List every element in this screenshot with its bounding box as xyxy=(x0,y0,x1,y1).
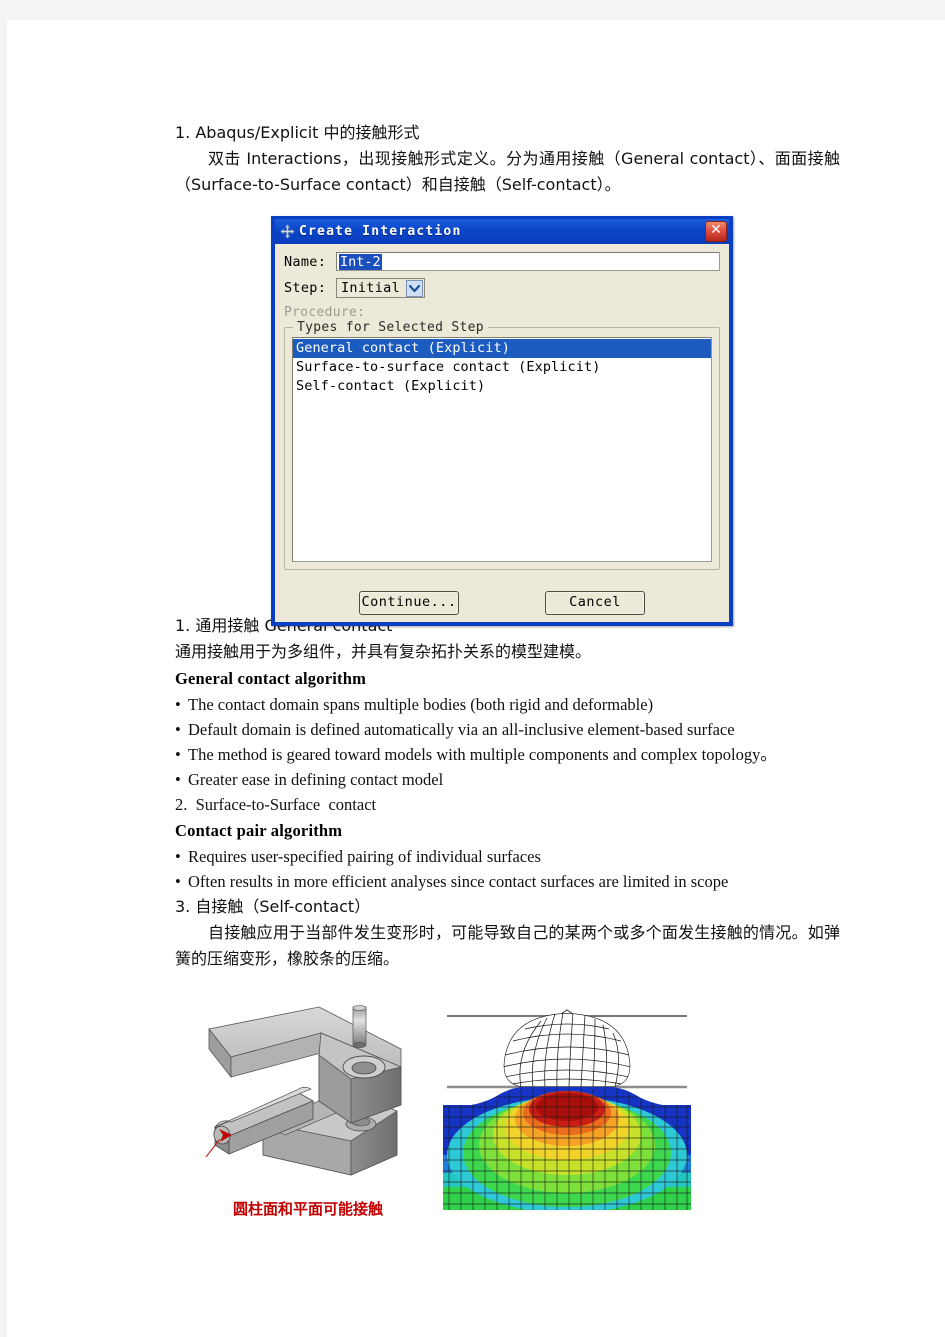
contact-pair-algorithm-heading: Contact pair algorithm xyxy=(175,821,343,840)
list-item[interactable]: Self-contact (Explicit) xyxy=(293,377,711,396)
cancel-button[interactable]: Cancel xyxy=(545,591,645,615)
dialog-body: Name: Int-2 Step: Initial Procedure: Typ… xyxy=(275,244,729,622)
heading-section-1: 1. Abaqus/Explicit 中的接触形式 xyxy=(175,120,840,146)
bullet-dot-icon: • xyxy=(175,720,181,739)
heading-self-contact-text: 3. 自接触（Self-contact） xyxy=(175,897,371,916)
step-field-row: Step: Initial xyxy=(284,278,720,298)
dialog-titlebar[interactable]: Create Interaction ✕ xyxy=(275,219,729,244)
figure-group: 圆柱面和平面可能接触 xyxy=(175,1005,840,1225)
create-interaction-dialog: Create Interaction ✕ Name: Int-2 Step: I… xyxy=(271,216,733,626)
dialog-button-row: Continue... Cancel xyxy=(284,591,720,615)
bullet-dot-icon: • xyxy=(175,745,181,764)
name-input-selected-text: Int-2 xyxy=(339,254,382,270)
chevron-down-icon xyxy=(406,279,423,297)
bullet-dot-icon: • xyxy=(175,847,181,866)
name-field-label: Name: xyxy=(284,253,327,270)
cad-model-figure: 圆柱面和平面可能接触 xyxy=(201,1005,416,1225)
dialog-title: Create Interaction xyxy=(299,224,462,239)
step-select[interactable]: Initial xyxy=(336,278,425,298)
self-contact-description: 自接触应用于当部件发生变形时，可能导致自己的某两个或多个面发生接触的情况。如弹簧… xyxy=(175,923,840,968)
bullet-item: • Often results in more efficient analyse… xyxy=(175,869,840,894)
fea-contour-figure xyxy=(443,1005,691,1210)
bullet-text: Default domain is defined automatically … xyxy=(188,720,735,739)
step-field-label: Step: xyxy=(284,280,327,296)
close-icon[interactable]: ✕ xyxy=(705,221,727,242)
cad-figure-caption: 圆柱面和平面可能接触 xyxy=(233,1200,384,1218)
intro-paragraph: 双击 Interactions，出现接触形式定义。分为通用接触（General … xyxy=(175,146,840,198)
types-for-selected-step-group: Types for Selected Step General contact … xyxy=(284,320,720,570)
bullet-item: • The contact domain spans multiple bodie… xyxy=(175,692,840,717)
abaqus-move-icon xyxy=(280,224,295,239)
heading-surface-to-surface: 2. Surface-to-Surface contact xyxy=(175,795,377,814)
list-item[interactable]: Surface-to-surface contact (Explicit) xyxy=(293,358,711,377)
bullet-text: The method is geared toward models with … xyxy=(188,745,777,764)
step-select-value: Initial xyxy=(341,280,400,296)
bullet-text: The contact domain spans multiple bodies… xyxy=(188,695,654,714)
name-field-row: Name: Int-2 xyxy=(284,252,720,271)
general-contact-description: 通用接触用于为多组件，并具有复杂拓扑关系的模型建模。 xyxy=(175,642,592,661)
bullet-item: • Requires user-specified pairing of indi… xyxy=(175,844,840,869)
types-group-legend: Types for Selected Step xyxy=(293,320,488,335)
interaction-type-list[interactable]: General contact (Explicit) Surface-to-su… xyxy=(292,337,712,562)
document-page: 1. Abaqus/Explicit 中的接触形式 双击 Interaction… xyxy=(7,20,945,1337)
bullet-dot-icon: • xyxy=(175,872,181,891)
list-item[interactable]: General contact (Explicit) xyxy=(293,339,711,358)
bullet-item: • Greater ease in defining contact model xyxy=(175,767,840,792)
intro-paragraph-text: 双击 Interactions，出现接触形式定义。分为通用接触（General … xyxy=(175,149,840,194)
bullet-item: • The method is geared toward models with… xyxy=(175,742,840,767)
heading-section-1-text: 1. Abaqus/Explicit 中的接触形式 xyxy=(175,123,420,142)
bullet-text: Requires user-specified pairing of indiv… xyxy=(188,847,541,866)
bullet-item: • Default domain is defined automatically… xyxy=(175,717,840,742)
procedure-label: Procedure: xyxy=(284,305,366,320)
continue-button[interactable]: Continue... xyxy=(359,591,459,615)
bullet-dot-icon: • xyxy=(175,770,181,789)
heading-self-contact: 3. 自接触（Self-contact） xyxy=(175,894,840,920)
interaction-name-input[interactable]: Int-2 xyxy=(336,252,720,271)
bullet-dot-icon: • xyxy=(175,695,181,714)
bullet-text: Greater ease in defining contact model xyxy=(188,770,444,789)
general-contact-algorithm-heading: General contact algorithm xyxy=(175,669,367,688)
bullet-text: Often results in more efficient analyses… xyxy=(188,872,729,891)
